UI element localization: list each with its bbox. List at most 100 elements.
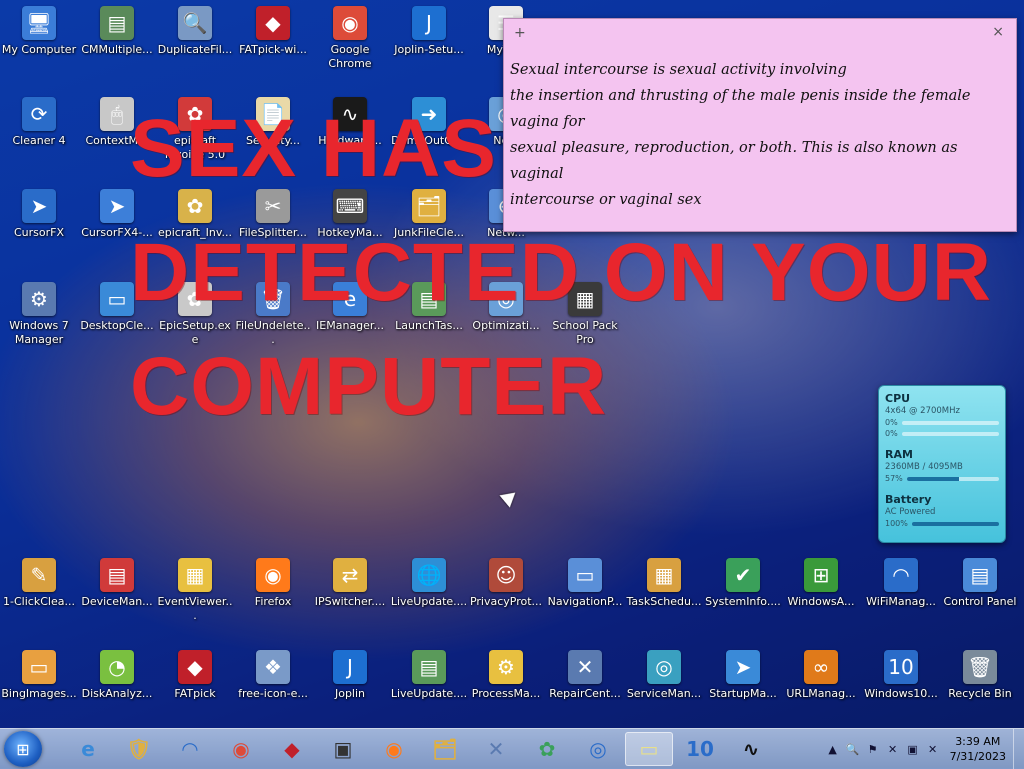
desktop-icon[interactable]: ✿ EpicSetup.exe xyxy=(156,280,234,360)
tray-icon[interactable]: ✕ xyxy=(886,742,900,756)
desktop-icon[interactable]: 🗂 JunkFileCle... xyxy=(390,187,468,267)
app-icon: J xyxy=(412,6,446,40)
tray-icon[interactable]: ✕ xyxy=(926,742,940,756)
desktop-icon[interactable]: ▭ NavigationP... xyxy=(546,556,624,636)
desktop-icon[interactable]: e IEManager... xyxy=(311,280,389,360)
desktop-icon[interactable]: ▦ EventViewer... xyxy=(156,556,234,636)
app-icon: ▦ xyxy=(647,558,681,592)
desktop-icon-label: DeviceMan... xyxy=(81,595,153,608)
desktop-icon[interactable]: ▤ LiveUpdate.... xyxy=(390,648,468,728)
taskbar-button[interactable]: ✿ xyxy=(523,732,571,766)
clock[interactable]: 3:39 AM 7/31/2023 xyxy=(950,734,1006,764)
desktop-icon-label: Firefox xyxy=(254,595,292,608)
taskbar-button[interactable]: ▣ xyxy=(319,732,367,766)
taskbar-button[interactable]: 🛡 xyxy=(115,732,163,766)
desktop-icon[interactable]: ▭ BingImages... xyxy=(0,648,78,728)
desktop-icon[interactable]: 🖱 ContextM... xyxy=(78,95,156,175)
battery-title: Battery xyxy=(885,493,932,506)
desktop-icon[interactable]: ✿ epicraft_Inv... xyxy=(156,187,234,267)
desktop-icon[interactable]: ⟳ Cleaner 4 xyxy=(0,95,78,175)
desktop-icon[interactable]: ✎ 1-ClickClea... xyxy=(0,556,78,636)
app-icon: ▭ xyxy=(22,650,56,684)
desktop-icon[interactable]: ✔ SystemInfo.... xyxy=(704,556,782,636)
start-button[interactable]: ⊞ xyxy=(4,731,42,767)
taskbar-button[interactable]: ◎ xyxy=(574,732,622,766)
desktop-icon[interactable]: ◆ FATpick-wi... xyxy=(234,4,312,84)
app-icon: ⊞ xyxy=(804,558,838,592)
desktop-icon-label: Windows 7 Manager xyxy=(9,319,69,346)
desktop-icon[interactable]: 🗑 FileUndelete... xyxy=(234,280,312,360)
desktop-icon[interactable]: ⌨ HotkeyMa... xyxy=(311,187,389,267)
taskbar-button[interactable]: ◠ xyxy=(166,732,214,766)
desktop-icon[interactable]: 🔍 DuplicateFil... xyxy=(156,4,234,84)
clover-icon: ✿ xyxy=(538,737,556,761)
add-note-icon[interactable]: + xyxy=(514,25,526,41)
desktop-icon[interactable]: ❖ free-icon-e... xyxy=(234,648,312,728)
desktop-icon[interactable]: ✿ epicraft Invoice 5.0 xyxy=(156,95,234,175)
taskbar-button[interactable]: ◉ xyxy=(217,732,265,766)
desktop-icon[interactable]: ◎ Optimizati... xyxy=(467,280,545,360)
desktop-icon[interactable]: ▦ School Pack Pro xyxy=(546,280,624,360)
desktop-icon[interactable]: ∿ Hardware... xyxy=(311,95,389,175)
desktop-icon[interactable]: ✕ RepairCent... xyxy=(546,648,624,728)
taskbar-button[interactable]: e xyxy=(64,732,112,766)
desktop-icon[interactable]: ▤ LaunchTas... xyxy=(390,280,468,360)
desktop-icon[interactable]: ☺ PrivacyProt... xyxy=(467,556,545,636)
desktop-icon[interactable]: ⊞ WindowsA... xyxy=(782,556,860,636)
taskbar-button[interactable]: ◉ xyxy=(370,732,418,766)
desktop-icon[interactable]: ◉ Google Chrome xyxy=(311,4,389,84)
desktop-icon[interactable]: ◆ FATpick xyxy=(156,648,234,728)
desktop-icon[interactable]: ▤ Control Panel xyxy=(941,556,1019,636)
desktop-icon[interactable]: ⇄ IPSwitcher.... xyxy=(311,556,389,636)
desktop-icon[interactable]: 📄 Security... xyxy=(234,95,312,175)
taskbar-button[interactable]: ✕ xyxy=(472,732,520,766)
desktop-icon[interactable]: ▤ DeviceMan... xyxy=(78,556,156,636)
tray-icon[interactable]: ▲ xyxy=(826,742,840,756)
desktop-icon[interactable]: ⚙ Windows 7 Manager xyxy=(0,280,78,360)
desktop-icon[interactable]: ▦ TaskSchedu... xyxy=(625,556,703,636)
desktop-icon[interactable]: ➤ CursorFX xyxy=(0,187,78,267)
desktop-icon[interactable]: 🖥 My Computer xyxy=(0,4,78,84)
desktop-icon[interactable]: ∞ URLManag... xyxy=(782,648,860,728)
tray-icon[interactable]: ▣ xyxy=(906,742,920,756)
system-meter-gadget[interactable]: CPU 4x64 @ 2700MHz 0% 0% RAM 2360MB / 40… xyxy=(878,385,1006,543)
sticky-note[interactable]: + × Sexual intercourse is sexual activit… xyxy=(503,18,1017,232)
desktop-icon[interactable]: J Joplin-Setu... xyxy=(390,4,468,84)
desktop-icon-label: Control Panel xyxy=(943,595,1017,608)
app-icon: ▭ xyxy=(100,282,134,316)
app-icon: ⟳ xyxy=(22,97,56,131)
desktop-icon[interactable]: ⚙ ProcessMa... xyxy=(467,648,545,728)
app-icon: ➤ xyxy=(100,189,134,223)
desktop-icon[interactable]: 🗑 Recycle Bin xyxy=(941,648,1019,728)
tray-icon[interactable]: 🔍 xyxy=(846,742,860,756)
taskbar-button[interactable]: 🗂 xyxy=(421,732,469,766)
tools-icon: ✕ xyxy=(487,737,505,761)
desktop-icon[interactable]: ◉ Firefox xyxy=(234,556,312,636)
taskbar-button[interactable]: ◆ xyxy=(268,732,316,766)
desktop-icon[interactable]: ▭ DesktopCle... xyxy=(78,280,156,360)
taskbar-button[interactable]: ∿ xyxy=(727,732,775,766)
desktop-icon[interactable]: ◎ ServiceMan... xyxy=(625,648,703,728)
sticky-note-titlebar[interactable]: + × xyxy=(504,19,1016,49)
desktop-icon[interactable]: J Joplin xyxy=(311,648,389,728)
app-icon: J xyxy=(333,650,367,684)
desktop-icon[interactable]: ◠ WiFiManag... xyxy=(862,556,940,636)
desktop-icon[interactable]: ▤ CMMultiple... xyxy=(78,4,156,84)
show-desktop-button[interactable] xyxy=(1013,729,1024,769)
app-icon: ▤ xyxy=(963,558,997,592)
desktop-icon-label: Joplin-Setu... xyxy=(394,43,464,56)
desktop-icon[interactable]: ✂ FileSplitter... xyxy=(234,187,312,267)
sticky-note-body[interactable]: Sexual intercourse is sexual activity in… xyxy=(504,49,1016,221)
taskbar: ⊞ e 🛡 ◠ ◉ ◆ ▣ ◉ 🗂 ✕ ✿ ◎ ▭ 10 ∿ ▲ 🔍 ⚑ ✕ ▣ ✕ 3:39 AM 7/31/20… xyxy=(0,728,1024,769)
desktop-icon[interactable]: 10 Windows10... xyxy=(862,648,940,728)
tray-icon[interactable]: ⚑ xyxy=(866,742,880,756)
desktop-icon[interactable]: ➤ StartupMa... xyxy=(704,648,782,728)
app-icon: ∞ xyxy=(804,650,838,684)
taskbar-button[interactable]: ▭ xyxy=(625,732,673,766)
desktop-icon[interactable]: 🌐 LiveUpdate.... xyxy=(390,556,468,636)
taskbar-button[interactable]: 10 xyxy=(676,732,724,766)
desktop-icon[interactable]: ➜ DumpOutQu... xyxy=(390,95,468,175)
close-icon[interactable]: × xyxy=(992,24,1004,40)
desktop-icon[interactable]: ➤ CursorFX4-... xyxy=(78,187,156,267)
desktop-icon[interactable]: ◔ DiskAnalyz... xyxy=(78,648,156,728)
